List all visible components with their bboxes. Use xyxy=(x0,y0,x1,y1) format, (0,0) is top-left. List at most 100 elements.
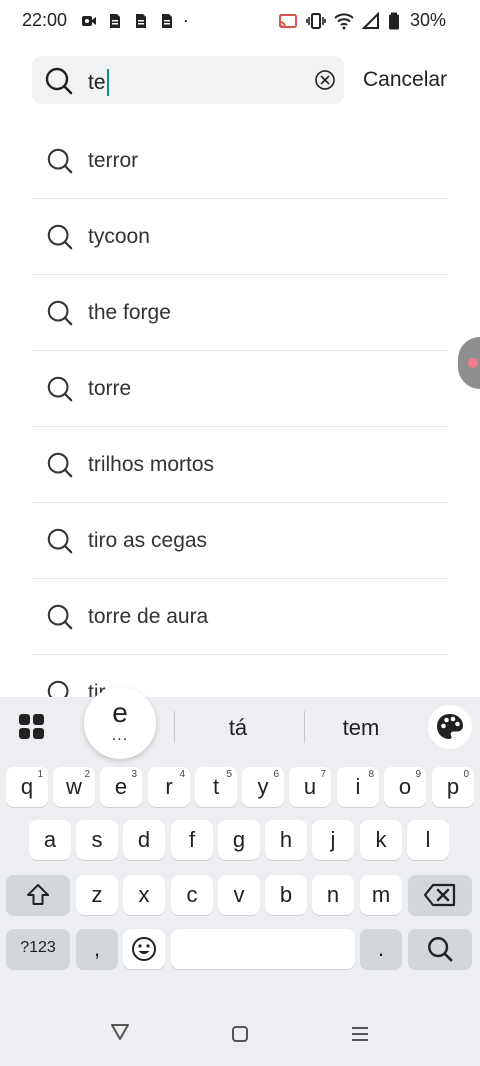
doc-icon xyxy=(136,14,146,28)
key-e[interactable]: e3 xyxy=(100,767,142,807)
key-l[interactable]: l xyxy=(407,820,449,860)
floating-side-handle[interactable] xyxy=(458,337,480,389)
key-d[interactable]: d xyxy=(123,820,165,860)
clear-search-icon[interactable] xyxy=(314,69,336,91)
cancel-button[interactable]: Cancelar xyxy=(363,68,447,92)
shift-key[interactable] xyxy=(6,875,70,915)
key-r[interactable]: r4 xyxy=(148,767,190,807)
search-icon xyxy=(47,376,73,402)
suggestion-divider xyxy=(174,711,175,743)
suggestion-item[interactable]: the forge xyxy=(32,275,448,351)
suggestion-text: torre de aura xyxy=(88,605,209,628)
suggestion-text: torre xyxy=(88,377,132,400)
battery-percent: 30% xyxy=(409,10,446,30)
search-icon xyxy=(428,937,453,962)
status-system-icons: 30% xyxy=(278,10,446,31)
key-f[interactable]: f xyxy=(171,820,213,860)
search-icon xyxy=(47,148,73,174)
key-p[interactable]: p0 xyxy=(432,767,474,807)
keyboard-suggestion[interactable]: tem xyxy=(328,715,394,741)
backspace-key[interactable] xyxy=(408,875,472,915)
vibrate-icon xyxy=(306,12,326,29)
search-icon xyxy=(47,680,69,697)
cast-icon xyxy=(278,13,297,28)
back-nav-icon[interactable] xyxy=(110,1023,130,1041)
suggestion-text: tiro as cegas xyxy=(88,529,208,552)
key-i[interactable]: i8 xyxy=(337,767,379,807)
key-c[interactable]: c xyxy=(171,875,213,915)
preview-letter: e xyxy=(112,697,128,728)
keyboard-suggestion[interactable]: tá xyxy=(206,715,270,741)
status-time: 22:00 xyxy=(22,10,68,30)
key-preview-bubble[interactable]: e ... xyxy=(84,687,156,759)
space-bar[interactable] xyxy=(171,929,355,969)
key-w[interactable]: w2 xyxy=(53,767,95,807)
backspace-icon xyxy=(423,883,456,907)
key-o[interactable]: o9 xyxy=(384,767,426,807)
suggestion-text: the forge xyxy=(88,301,171,324)
suggestion-item[interactable]: tycoon xyxy=(32,199,448,275)
search-icon xyxy=(47,452,73,478)
battery-icon xyxy=(388,12,399,29)
search-icon xyxy=(47,300,73,326)
search-icon xyxy=(47,604,73,630)
doc-icon xyxy=(162,14,172,28)
search-icon xyxy=(45,67,73,95)
status-notification-icons xyxy=(80,12,192,30)
keyboard-toolbar: e ... tá tem xyxy=(0,687,480,759)
key-n[interactable]: n xyxy=(312,875,354,915)
video-call-icon xyxy=(82,16,96,26)
theme-palette-button[interactable] xyxy=(428,705,472,749)
suggestion-item[interactable]: tiro as cegas xyxy=(32,503,448,579)
suggestion-text: tycoon xyxy=(88,225,150,248)
suggestion-item[interactable]: trilhos mortos xyxy=(32,427,448,503)
shift-icon xyxy=(27,884,49,905)
suggestion-text: trilhos mortos xyxy=(88,453,215,476)
signal-icon xyxy=(361,11,379,29)
recents-nav-icon[interactable] xyxy=(350,1026,370,1042)
comma-key[interactable]: , xyxy=(76,929,118,969)
key-k[interactable]: k xyxy=(360,820,402,860)
suggestion-item[interactable]: tir xyxy=(32,655,448,697)
search-icon xyxy=(47,528,73,554)
suggestion-divider xyxy=(304,711,305,743)
key-q[interactable]: q1 xyxy=(6,767,48,807)
palette-icon xyxy=(437,714,463,739)
key-x[interactable]: x xyxy=(123,875,165,915)
key-y[interactable]: y6 xyxy=(242,767,284,807)
key-j[interactable]: j xyxy=(312,820,354,860)
search-action-key[interactable] xyxy=(408,929,472,969)
suggestion-item[interactable]: terror xyxy=(32,123,448,199)
symbols-key[interactable]: ?123 xyxy=(6,929,70,969)
suggestion-item[interactable]: torre de aura xyxy=(32,579,448,655)
apps-grid-icon[interactable] xyxy=(18,713,46,741)
text-cursor xyxy=(106,69,109,96)
search-input[interactable]: te xyxy=(32,56,344,104)
key-m[interactable]: m xyxy=(360,875,402,915)
key-t[interactable]: t5 xyxy=(195,767,237,807)
key-v[interactable]: v xyxy=(218,875,260,915)
key-b[interactable]: b xyxy=(265,875,307,915)
on-screen-keyboard: e ... tá tem q1 w2 e3 r4 t5 y6 u7 i8 o9 … xyxy=(0,687,480,1066)
status-bar: 22:00 30% xyxy=(0,0,480,44)
key-z[interactable]: z xyxy=(76,875,118,915)
key-g[interactable]: g xyxy=(218,820,260,860)
key-u[interactable]: u7 xyxy=(289,767,331,807)
wifi-icon xyxy=(334,12,354,29)
emoji-icon xyxy=(132,937,156,961)
key-s[interactable]: s xyxy=(76,820,118,860)
suggestion-list: terror tycoon the forge torre trilhos mo… xyxy=(32,123,448,697)
key-h[interactable]: h xyxy=(265,820,307,860)
search-query-text: te xyxy=(88,70,106,94)
search-icon xyxy=(47,224,73,250)
suggestion-text: terror xyxy=(88,149,139,172)
emoji-key[interactable] xyxy=(123,929,165,969)
period-key[interactable]: . xyxy=(360,929,402,969)
more-options-dots: ... xyxy=(111,727,129,744)
search-field-value[interactable]: te xyxy=(88,69,109,96)
suggestion-item[interactable]: torre xyxy=(32,351,448,427)
doc-icon xyxy=(110,14,120,28)
key-a[interactable]: a xyxy=(29,820,71,860)
home-nav-icon[interactable] xyxy=(231,1025,249,1043)
dot-icon xyxy=(184,19,187,23)
